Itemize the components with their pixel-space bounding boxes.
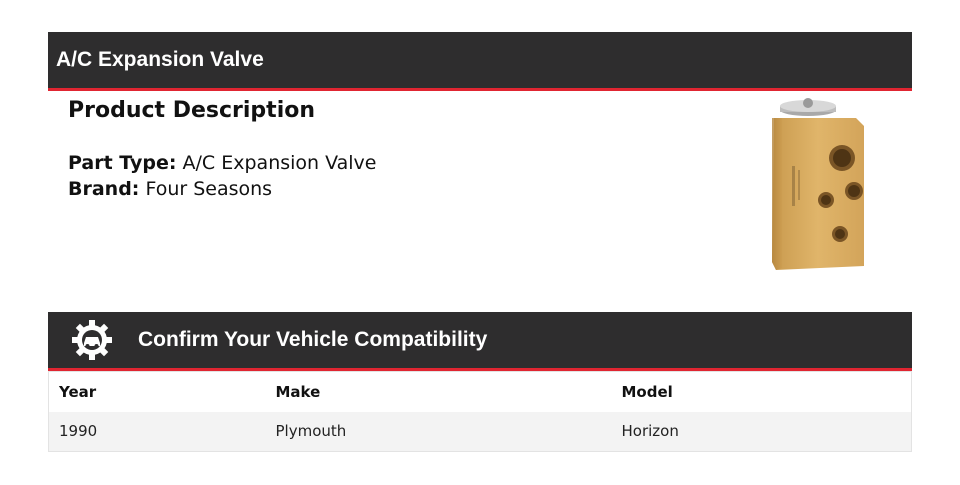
part-type-value: A/C Expansion Valve [182,152,377,174]
part-type-row: Part Type: A/C Expansion Valve [68,150,377,176]
column-header-make: Make [265,371,612,412]
column-header-model: Model [611,371,912,412]
cell-make: Plymouth [265,411,612,452]
gear-car-icon [72,320,112,360]
compatibility-table: Year Make Model 1990 Plymouth Horizon [48,371,912,452]
part-type-label: Part Type: [68,152,177,174]
cell-model: Horizon [611,411,912,452]
column-header-year: Year [48,371,266,412]
product-image [772,98,864,270]
table-header-row: Year Make Model [48,371,912,412]
section-header-bar: A/C Expansion Valve [48,32,912,91]
brand-label: Brand: [68,178,140,200]
product-description: Product Description Part Type: A/C Expan… [68,96,377,202]
compatibility-header-bar: Confirm Your Vehicle Compatibility [48,312,912,371]
table-row: 1990 Plymouth Horizon [48,411,912,452]
section-title: A/C Expansion Valve [56,48,264,71]
compatibility-title: Confirm Your Vehicle Compatibility [138,328,488,351]
brand-value: Four Seasons [145,178,273,200]
description-heading: Product Description [68,98,316,123]
cell-year: 1990 [48,411,266,452]
brand-row: Brand: Four Seasons [68,176,377,202]
